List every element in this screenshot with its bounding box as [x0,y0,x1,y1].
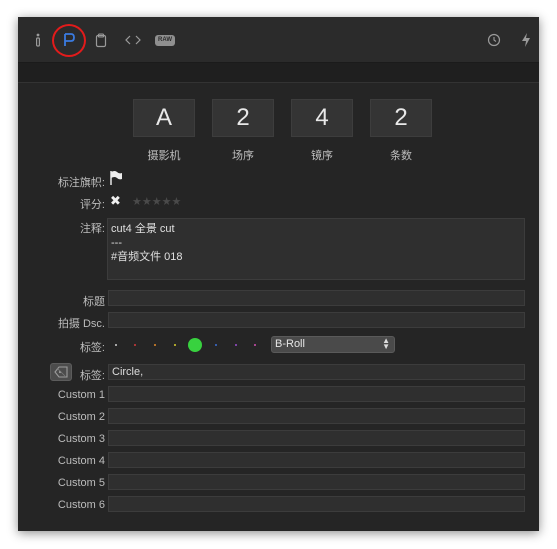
select-arrows-icon: ▲ ▼ [382,336,390,351]
custom-3-label: Custom 3 [57,433,105,445]
scene-card[interactable]: 2 [212,99,274,137]
flag-label: 标注旗帜: [57,177,105,189]
title-label: 标题 [83,296,105,308]
metadata-panel: RAW A 摄影机 2 场序 4 镜序 2 条数 标注旗帜: 评分: ✖ ★★★… [18,17,539,531]
color-dot-purple[interactable] [235,344,237,346]
toolbar: RAW [18,17,539,63]
take-card[interactable]: 2 [370,99,432,137]
shoot-desc-field[interactable] [108,312,525,328]
notes-textarea[interactable]: cut4 全景 cut --- #音频文件 018 [107,218,525,280]
take-card-label: 条数 [390,150,412,162]
rating-stars[interactable]: ★★★★★ [132,195,181,208]
keywords-label: 标签: [79,370,105,382]
keywords-field[interactable]: Circle, [108,364,525,380]
tag-icon [54,366,68,378]
shot-card[interactable]: 4 [291,99,353,137]
custom-5-field[interactable] [108,474,525,490]
color-dot-red[interactable] [134,344,136,346]
raw-badge-text: RAW [155,34,175,46]
custom-6-field[interactable] [108,496,525,512]
custom-2-label: Custom 2 [57,411,105,423]
custom-4-field[interactable] [108,452,525,468]
clock-icon[interactable] [484,30,504,50]
flag-icon[interactable] [109,170,123,191]
rating-label: 评分: [79,199,105,211]
flag-p-icon[interactable] [59,30,79,50]
keyword-tag-button[interactable] [50,363,72,381]
shoot-desc-label: 拍摄 Dsc. [57,318,105,330]
color-dot-green-selected[interactable] [188,338,202,352]
color-label-select-value: B-Roll [275,338,305,350]
clipboard-icon[interactable] [91,30,111,50]
color-dot-orange[interactable] [154,344,156,346]
scene-card-label: 场序 [232,150,254,162]
color-label-label: 标签: [79,342,105,354]
color-dot-yellow[interactable] [174,344,176,346]
color-label-select[interactable]: B-Roll ▲ ▼ [271,336,395,353]
reject-icon[interactable]: ✖ [110,193,121,209]
lightning-icon[interactable] [516,30,536,50]
color-dot-pink[interactable] [254,344,256,346]
custom-1-label: Custom 1 [57,389,105,401]
raw-badge-icon[interactable]: RAW [155,30,175,50]
custom-6-label: Custom 6 [57,499,105,511]
custom-5-label: Custom 5 [57,477,105,489]
custom-1-field[interactable] [108,386,525,402]
custom-3-field[interactable] [108,430,525,446]
camera-card[interactable]: A [133,99,195,137]
color-dot-blue[interactable] [215,344,217,346]
title-field[interactable] [108,290,525,306]
custom-4-label: Custom 4 [57,455,105,467]
notes-label: 注释: [79,223,105,235]
custom-2-field[interactable] [108,408,525,424]
camera-card-label: 摄影机 [147,150,181,162]
color-dot-white[interactable] [115,344,117,346]
subbar [18,63,539,83]
info-icon[interactable] [28,30,48,50]
shot-card-label: 镜序 [311,150,333,162]
code-brackets-icon[interactable] [123,30,143,50]
